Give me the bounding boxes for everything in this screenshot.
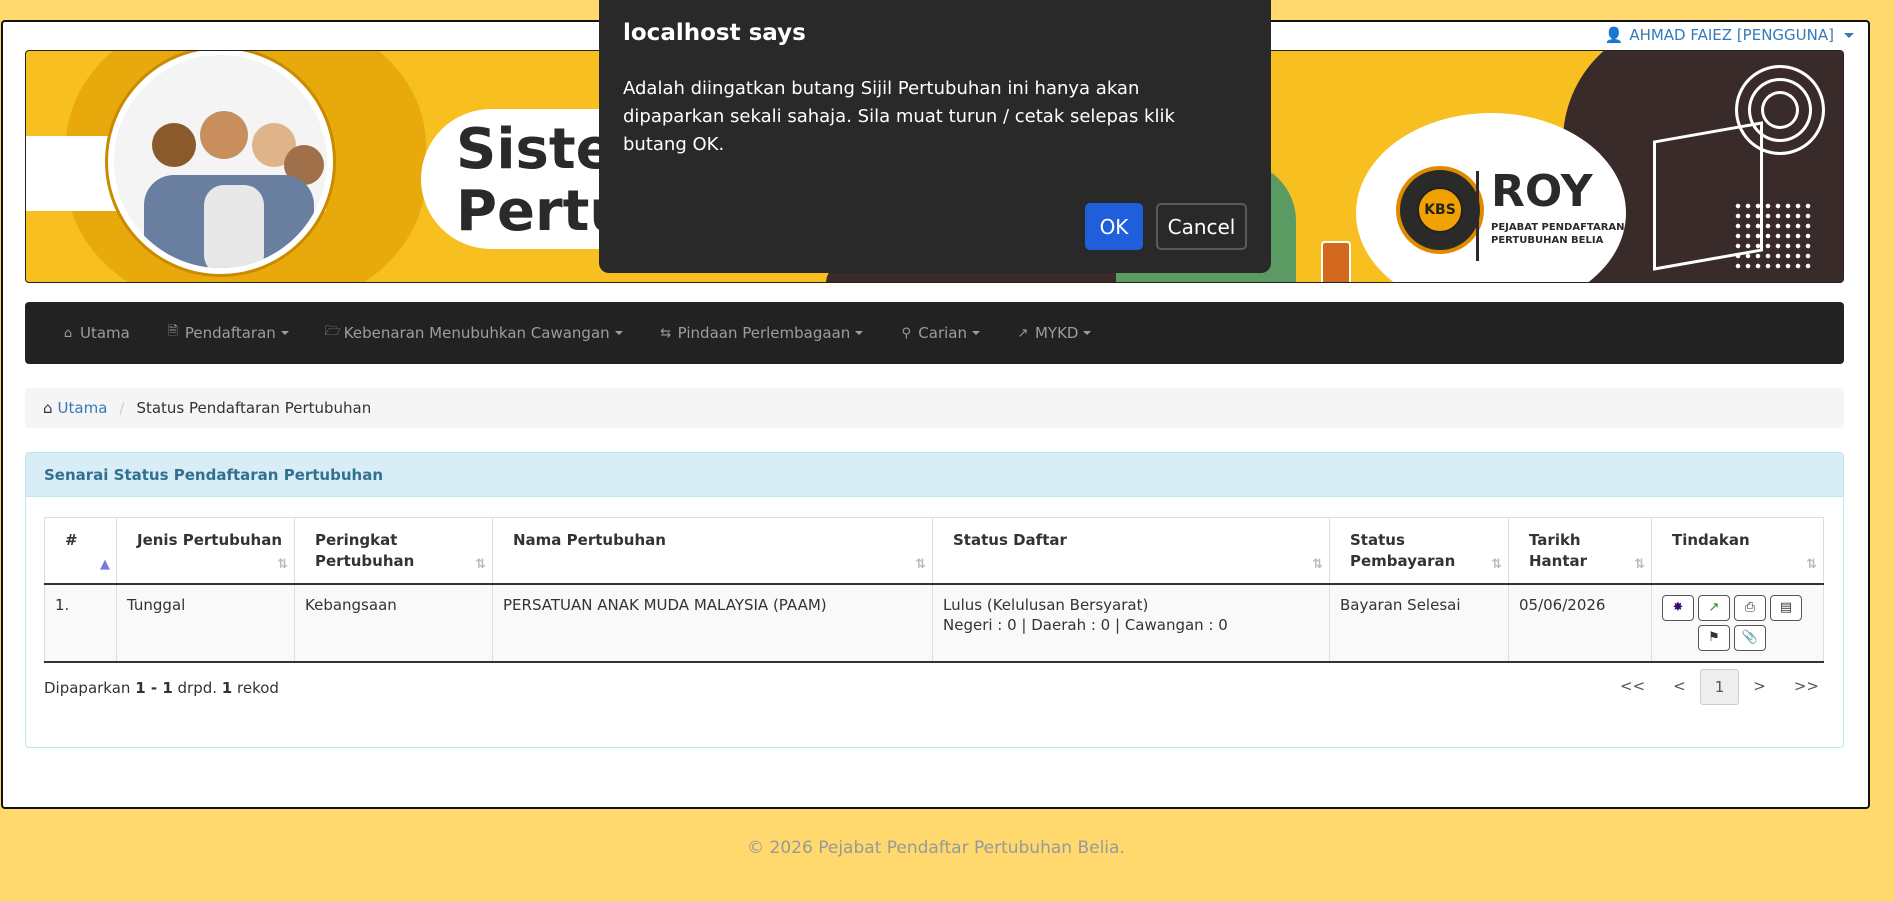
- user-name: AHMAD FAIEZ [PENGGUNA]: [1629, 26, 1834, 44]
- sort-asc-icon: ▲: [100, 556, 110, 572]
- cell-status-pembayaran: Bayaran Selesai: [1329, 583, 1509, 663]
- dialog-message: Adalah diingatkan butang Sijil Pertubuha…: [623, 78, 1175, 155]
- nav-kebenaran-cawangan[interactable]: 🗁 Kebenaran Menubuhkan Cawangan: [325, 322, 623, 344]
- cell-nama: PERSATUAN ANAK MUDA MALAYSIA (PAAM): [492, 583, 933, 663]
- credit-card-icon: ▤: [1779, 599, 1793, 615]
- dialog-title: localhost says: [623, 20, 806, 46]
- cell-peringkat: Kebangsaan: [294, 583, 493, 663]
- sort-icon: ⇅: [915, 556, 926, 572]
- nav-utama[interactable]: ⌂ Utama: [61, 324, 130, 342]
- logo-divider: [1476, 171, 1479, 261]
- user-menu[interactable]: 👤 AHMAD FAIEZ [PENGGUNA]: [1605, 26, 1854, 44]
- attachment-button[interactable]: 📎: [1734, 624, 1766, 651]
- nav-pindaan-perlembagaan[interactable]: ⇆ Pindaan Perlembagaan: [659, 324, 864, 342]
- footer-copyright: © 2026 Pejabat Pendaftar Pertubuhan Beli…: [747, 838, 1125, 858]
- nav-mykd[interactable]: ↗ MYKD: [1016, 324, 1092, 342]
- certificate-icon: ✸: [1672, 599, 1684, 615]
- file-icon: 🗎: [167, 324, 179, 339]
- certificate-button[interactable]: ✸: [1662, 594, 1694, 621]
- breadcrumb-home[interactable]: ⌂ Utama: [43, 399, 107, 417]
- pagination-last[interactable]: >>: [1780, 669, 1833, 705]
- print-button[interactable]: ⎙: [1734, 594, 1766, 621]
- home-icon: ⌂: [43, 399, 53, 417]
- dots-decoration: [1733, 201, 1813, 271]
- paperclip-icon: 📎: [1741, 629, 1759, 645]
- column-header-status-pembayaran[interactable]: Status Pembayaran ⇅: [1329, 517, 1509, 585]
- sort-icon: ⇅: [1491, 556, 1502, 572]
- cell-status-daftar: Lulus (Kelulusan Bersyarat) Negeri : 0 |…: [932, 583, 1330, 663]
- panel-heading: Senarai Status Pendaftaran Pertubuhan: [26, 453, 1843, 497]
- action-buttons: ✸ ↗ ⎙ ▤ ⚑ 📎: [1662, 594, 1802, 651]
- group-photo: [108, 51, 333, 274]
- pagination-prev[interactable]: <: [1659, 669, 1700, 705]
- sort-icon: ⇅: [1806, 556, 1817, 572]
- print-icon: ⎙: [1744, 599, 1756, 615]
- sort-icon: ⇅: [277, 556, 288, 572]
- transfer-icon: ⇆: [660, 325, 672, 341]
- payment-card-button[interactable]: ▤: [1770, 594, 1802, 621]
- column-header-nama[interactable]: Nama Pertubuhan ⇅: [492, 517, 933, 585]
- flag-button[interactable]: ⚑: [1698, 624, 1730, 651]
- share-icon: ↗: [1708, 599, 1720, 615]
- pagination-next[interactable]: >: [1739, 669, 1780, 705]
- caret-down-icon: [1844, 32, 1854, 38]
- cell-tindakan: ✸ ↗ ⎙ ▤ ⚑ 📎: [1651, 583, 1824, 663]
- share-button[interactable]: ↗: [1698, 594, 1730, 621]
- cell-no: 1.: [44, 583, 117, 663]
- breadcrumb-current: Status Pendaftaran Pertubuhan: [136, 399, 372, 417]
- breadcrumb-separator: /: [119, 399, 125, 417]
- nav-pendaftaran[interactable]: 🗎 Pendaftaran: [166, 322, 289, 344]
- ok-button[interactable]: OK: [1085, 203, 1143, 250]
- folder-open-icon: 🗁: [324, 324, 341, 339]
- column-header-no[interactable]: # ▲: [44, 517, 117, 585]
- sort-icon: ⇅: [475, 556, 486, 572]
- column-header-status-daftar[interactable]: Status Daftar ⇅: [932, 517, 1330, 585]
- column-header-tarikh[interactable]: Tarikh Hantar ⇅: [1508, 517, 1652, 585]
- kbs-logo: KBS: [1396, 166, 1484, 254]
- nav-carian[interactable]: ⚲ Carian: [899, 324, 980, 342]
- confirm-dialog: localhost says Adalah diingatkan butang …: [599, 0, 1271, 273]
- breadcrumb: ⌂ Utama / Status Pendaftaran Pertubuhan: [25, 388, 1844, 428]
- roy-logo-subtext: PEJABAT PENDAFTARAN PERTUBUHAN BELIA: [1491, 222, 1625, 246]
- column-header-peringkat[interactable]: Peringkat Pertubuhan ⇅: [294, 517, 493, 585]
- sort-icon: ⇅: [1312, 556, 1323, 572]
- caret-down-icon: [971, 331, 980, 335]
- roy-logo-text: ROY: [1491, 166, 1593, 217]
- pagination: << < 1 > >>: [1606, 669, 1833, 705]
- main-navbar: ⌂ Utama 🗎 Pendaftaran 🗁 Kebenaran Menubu…: [25, 302, 1844, 364]
- caret-down-icon: [855, 331, 864, 335]
- caret-down-icon: [614, 331, 623, 335]
- home-icon: ⌂: [63, 325, 73, 341]
- caret-down-icon: [280, 331, 289, 335]
- flag-icon: ⚑: [1708, 629, 1720, 645]
- cell-jenis: Tunggal: [116, 583, 295, 663]
- column-header-jenis[interactable]: Jenis Pertubuhan ⇅: [116, 517, 295, 585]
- glass-illustration: [1321, 241, 1351, 282]
- user-icon: 👤: [1604, 26, 1624, 44]
- cancel-button[interactable]: Cancel: [1156, 203, 1247, 250]
- status-table: # ▲ Jenis Pertubuhan ⇅ Peringkat Pertubuha…: [44, 517, 1824, 663]
- search-icon: ⚲: [901, 325, 912, 341]
- pagination-page-1[interactable]: 1: [1699, 669, 1740, 705]
- external-link-icon: ↗: [1017, 325, 1029, 341]
- table-row: 1. Tunggal Kebangsaan PERSATUAN ANAK MUD…: [44, 583, 1824, 663]
- pagination-first[interactable]: <<: [1606, 669, 1659, 705]
- column-header-tindakan[interactable]: Tindakan ⇅: [1651, 517, 1824, 585]
- cell-tarikh: 05/06/2026: [1508, 583, 1652, 663]
- caret-down-icon: [1083, 331, 1092, 335]
- sort-icon: ⇅: [1634, 556, 1645, 572]
- record-count-info: Dipaparkan 1 - 1 drpd. 1 rekod: [44, 679, 279, 697]
- registration-status-panel: Senarai Status Pendaftaran Pertubuhan # ▲…: [25, 452, 1844, 748]
